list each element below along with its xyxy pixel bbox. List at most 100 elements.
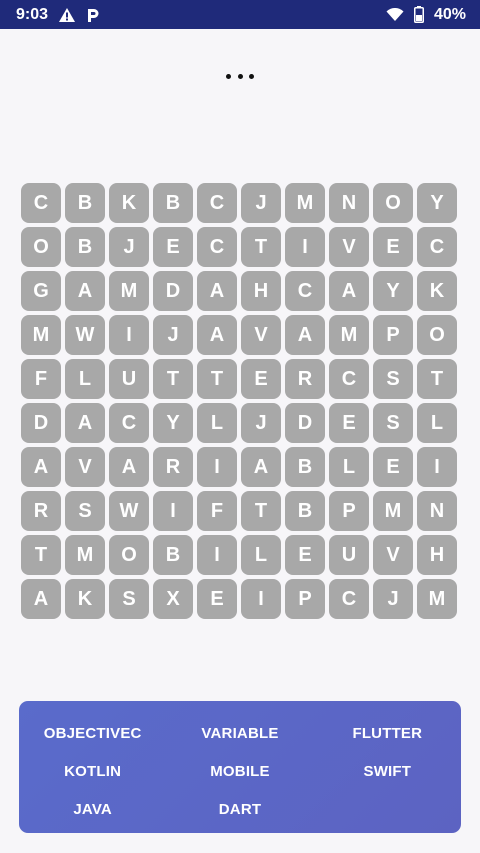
letter-cell[interactable]: X: [153, 579, 193, 619]
letter-cell[interactable]: J: [109, 227, 149, 267]
letter-cell[interactable]: V: [373, 535, 413, 575]
letter-cell[interactable]: M: [285, 183, 325, 223]
letter-cell[interactable]: W: [65, 315, 105, 355]
letter-cell[interactable]: A: [21, 447, 61, 487]
letter-cell[interactable]: S: [373, 403, 413, 443]
letter-cell[interactable]: R: [21, 491, 61, 531]
letter-cell[interactable]: C: [197, 183, 237, 223]
letter-cell[interactable]: I: [241, 579, 281, 619]
letter-cell[interactable]: A: [285, 315, 325, 355]
letter-cell[interactable]: B: [153, 535, 193, 575]
letter-cell[interactable]: T: [21, 535, 61, 575]
letter-cell[interactable]: I: [153, 491, 193, 531]
letter-cell[interactable]: E: [153, 227, 193, 267]
letter-cell[interactable]: L: [329, 447, 369, 487]
letter-cell[interactable]: L: [197, 403, 237, 443]
letter-cell[interactable]: E: [197, 579, 237, 619]
letter-cell[interactable]: K: [65, 579, 105, 619]
letter-cell[interactable]: B: [65, 227, 105, 267]
letter-cell[interactable]: M: [329, 315, 369, 355]
letter-cell[interactable]: A: [241, 447, 281, 487]
letter-cell[interactable]: M: [109, 271, 149, 311]
letter-cell[interactable]: T: [241, 491, 281, 531]
letter-cell[interactable]: C: [109, 403, 149, 443]
letter-cell[interactable]: J: [153, 315, 193, 355]
letter-cell[interactable]: O: [373, 183, 413, 223]
letter-cell[interactable]: I: [417, 447, 457, 487]
letter-cell[interactable]: S: [373, 359, 413, 399]
letter-cell[interactable]: V: [241, 315, 281, 355]
letter-cell[interactable]: A: [65, 403, 105, 443]
letter-cell[interactable]: J: [373, 579, 413, 619]
letter-cell[interactable]: N: [329, 183, 369, 223]
letter-cell[interactable]: A: [197, 315, 237, 355]
letter-cell[interactable]: A: [197, 271, 237, 311]
letter-cell[interactable]: M: [21, 315, 61, 355]
letter-cell[interactable]: M: [417, 579, 457, 619]
letter-cell[interactable]: C: [329, 359, 369, 399]
letter-cell[interactable]: T: [241, 227, 281, 267]
letter-cell[interactable]: S: [65, 491, 105, 531]
letter-cell[interactable]: D: [153, 271, 193, 311]
letter-cell[interactable]: D: [285, 403, 325, 443]
letter-cell[interactable]: J: [241, 183, 281, 223]
letter-cell[interactable]: C: [329, 579, 369, 619]
letter-cell[interactable]: F: [21, 359, 61, 399]
letter-cell[interactable]: L: [417, 403, 457, 443]
letter-cell[interactable]: O: [417, 315, 457, 355]
letter-cell[interactable]: E: [241, 359, 281, 399]
letter-cell[interactable]: I: [197, 447, 237, 487]
letter-cell[interactable]: K: [109, 183, 149, 223]
letter-cell[interactable]: Y: [417, 183, 457, 223]
letter-cell[interactable]: A: [65, 271, 105, 311]
letter-cell[interactable]: Y: [153, 403, 193, 443]
letter-cell[interactable]: I: [285, 227, 325, 267]
letter-cell[interactable]: I: [109, 315, 149, 355]
letter-cell[interactable]: L: [241, 535, 281, 575]
letter-cell[interactable]: K: [417, 271, 457, 311]
letter-cell[interactable]: N: [417, 491, 457, 531]
letter-cell[interactable]: A: [21, 579, 61, 619]
letter-cell[interactable]: J: [241, 403, 281, 443]
letter-cell[interactable]: E: [329, 403, 369, 443]
letter-cell[interactable]: I: [197, 535, 237, 575]
letter-cell[interactable]: B: [65, 183, 105, 223]
more-horiz-icon[interactable]: [226, 68, 254, 84]
letter-cell[interactable]: O: [109, 535, 149, 575]
letter-cell[interactable]: D: [21, 403, 61, 443]
letter-cell[interactable]: L: [65, 359, 105, 399]
letter-cell[interactable]: T: [197, 359, 237, 399]
letter-cell[interactable]: B: [153, 183, 193, 223]
letter-cell[interactable]: A: [329, 271, 369, 311]
letter-cell[interactable]: U: [329, 535, 369, 575]
letter-cell[interactable]: T: [417, 359, 457, 399]
letter-cell[interactable]: V: [329, 227, 369, 267]
letter-cell[interactable]: P: [373, 315, 413, 355]
letter-cell[interactable]: R: [285, 359, 325, 399]
letter-cell[interactable]: C: [417, 227, 457, 267]
letter-cell[interactable]: T: [153, 359, 193, 399]
letter-cell[interactable]: A: [109, 447, 149, 487]
letter-cell[interactable]: B: [285, 491, 325, 531]
letter-cell[interactable]: M: [373, 491, 413, 531]
letter-cell[interactable]: F: [197, 491, 237, 531]
letter-cell[interactable]: C: [21, 183, 61, 223]
letter-cell[interactable]: E: [373, 227, 413, 267]
letter-cell[interactable]: M: [65, 535, 105, 575]
letter-cell[interactable]: U: [109, 359, 149, 399]
letter-cell[interactable]: E: [373, 447, 413, 487]
letter-cell[interactable]: P: [329, 491, 369, 531]
letter-cell[interactable]: H: [417, 535, 457, 575]
letter-cell[interactable]: W: [109, 491, 149, 531]
letter-cell[interactable]: S: [109, 579, 149, 619]
letter-cell[interactable]: P: [285, 579, 325, 619]
letter-cell[interactable]: E: [285, 535, 325, 575]
letter-cell[interactable]: C: [197, 227, 237, 267]
letter-cell[interactable]: Y: [373, 271, 413, 311]
letter-cell[interactable]: G: [21, 271, 61, 311]
letter-cell[interactable]: B: [285, 447, 325, 487]
letter-cell[interactable]: R: [153, 447, 193, 487]
letter-cell[interactable]: O: [21, 227, 61, 267]
letter-cell[interactable]: V: [65, 447, 105, 487]
letter-cell[interactable]: C: [285, 271, 325, 311]
